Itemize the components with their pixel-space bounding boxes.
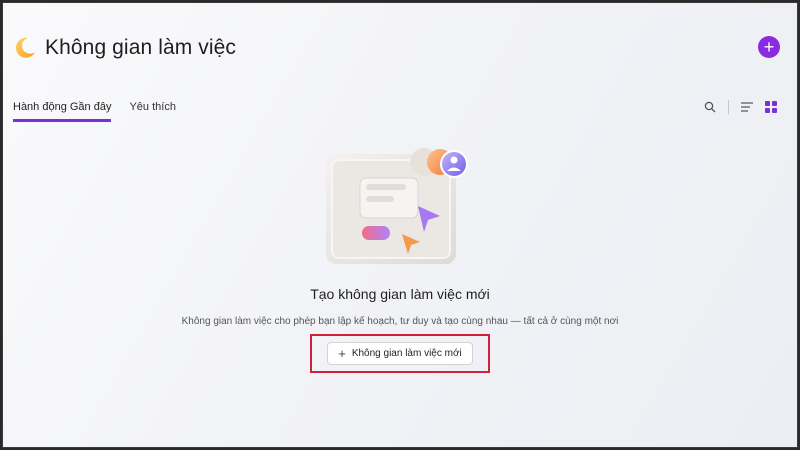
workspace-illustration	[326, 148, 468, 264]
highlight-box: + Không gian làm việc mới	[310, 334, 490, 373]
tab-recent-activity[interactable]: Hành động Gần đây	[13, 101, 112, 122]
add-workspace-button[interactable]: +	[758, 36, 780, 58]
crescent-moon-icon	[15, 37, 35, 58]
app-window: Không gian làm việc + Hành động Gần đây …	[2, 2, 798, 448]
page-title: Không gian làm việc	[45, 36, 237, 59]
grid-view-icon[interactable]	[765, 101, 777, 113]
search-icon[interactable]	[704, 101, 716, 113]
empty-state-title: Tạo không gian làm việc mới	[310, 286, 490, 302]
plus-icon: +	[763, 37, 775, 57]
page-header: Không gian làm việc	[13, 36, 236, 60]
view-controls	[692, 100, 777, 114]
empty-state-description: Không gian làm việc cho phép bạn lập kế …	[181, 316, 619, 327]
tab-bar: Hành động Gần đây Yêu thích	[13, 101, 194, 122]
divider	[728, 100, 729, 114]
tab-favorites[interactable]: Yêu thích	[129, 101, 175, 122]
new-workspace-button-label: Không gian làm việc mới	[351, 348, 462, 359]
empty-state: Tạo không gian làm việc mới Không gian l…	[3, 146, 797, 373]
list-view-icon[interactable]	[741, 102, 753, 112]
plus-icon: +	[338, 346, 346, 361]
new-workspace-button[interactable]: + Không gian làm việc mới	[327, 342, 473, 365]
